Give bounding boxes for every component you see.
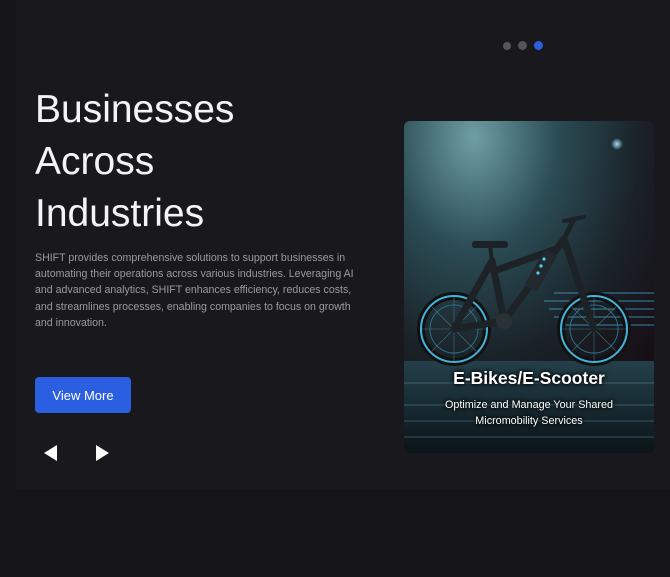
carousel-dot-2[interactable] [518, 41, 527, 50]
carousel-dot-3[interactable] [534, 41, 543, 50]
hero-title: Businesses Across Industries [35, 84, 365, 240]
card-title: E-Bikes/E-Scooter [453, 368, 605, 388]
carousel-indicators [503, 41, 543, 50]
hero-description: SHIFT provides comprehensive solutions t… [35, 252, 354, 329]
hero-title-line-2: Across [35, 140, 155, 183]
service-card[interactable]: E-Bikes/E-Scooter Optimize and Manage Yo… [404, 121, 654, 453]
hero-title-line-1: Businesses [35, 88, 235, 131]
carousel-dot-1[interactable] [503, 41, 511, 50]
view-more-button[interactable]: View More [35, 377, 131, 413]
carousel-prev-button[interactable] [42, 443, 62, 463]
carousel-next-button[interactable] [92, 443, 112, 463]
card-subtitle: Optimize and Manage Your Shared Micromob… [444, 399, 614, 427]
hero-title-line-3: Industries [35, 192, 205, 235]
triangle-left-icon [44, 445, 57, 461]
triangle-right-icon [96, 445, 109, 461]
